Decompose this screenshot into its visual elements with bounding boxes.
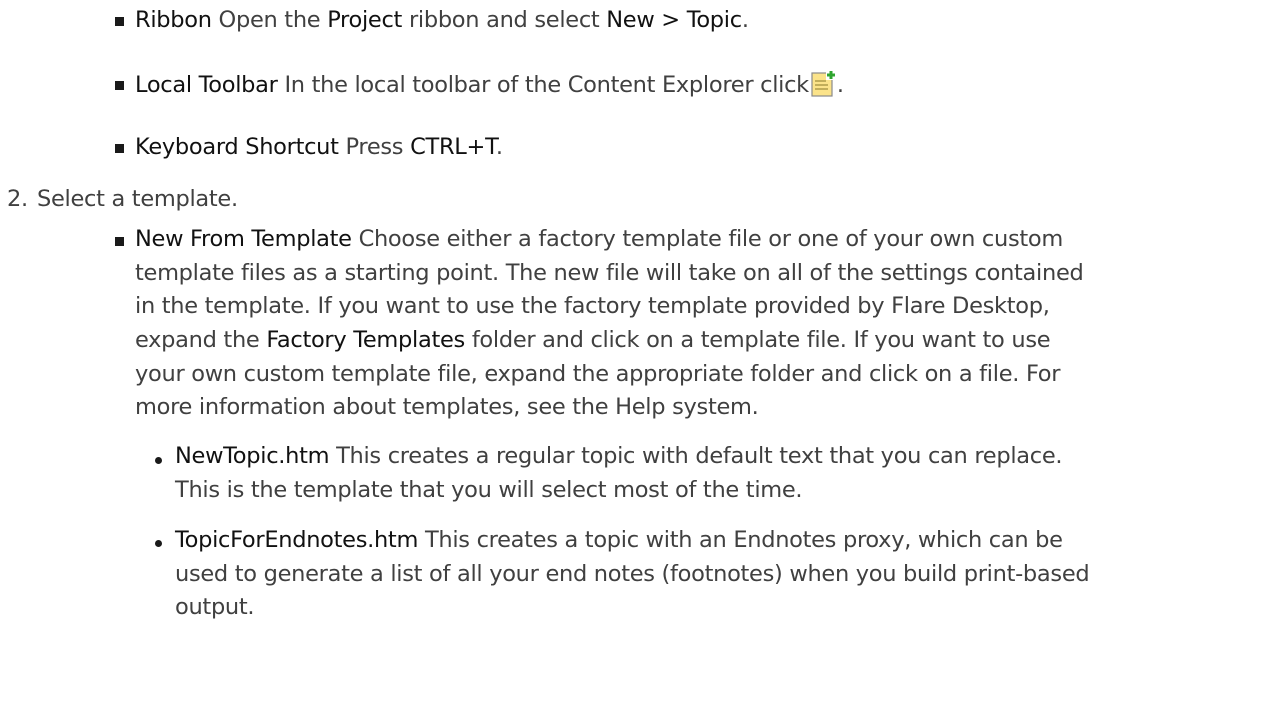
ribbon-text-2: ribbon and select	[408, 7, 600, 33]
paragraph-text: Choose either a factory template file or…	[358, 226, 1064, 252]
template-item-newtopic: NewTopic.htm This creates a regular topi…	[175, 443, 1063, 469]
shortcut-keys: CTRL+T	[410, 134, 496, 160]
shortcut-step: Keyboard Shortcut Press CTRL+T.	[135, 134, 503, 160]
new-from-template-line-4: expand the Factory Templates folder and …	[135, 327, 1051, 353]
template-description-line-2: This is the template that you will selec…	[175, 477, 803, 503]
step-2-text: Select a template.	[37, 186, 238, 212]
local-toolbar-text: In the local toolbar of the Content Expl…	[284, 72, 809, 98]
period: .	[495, 134, 503, 160]
new-from-template-line-2: template files as a starting point. The …	[135, 260, 1084, 286]
step-number: 2.	[7, 186, 28, 212]
local-toolbar-label: Local Toolbar	[135, 72, 278, 98]
template-description-line-3: output.	[175, 594, 255, 620]
new-topic-icon	[811, 70, 837, 98]
template-name: NewTopic.htm	[175, 443, 330, 469]
bullet-square	[115, 237, 124, 246]
template-description-line-2: used to generate a list of all your end …	[175, 561, 1090, 587]
new-from-template-line-6: more information about templates, see th…	[135, 394, 759, 420]
shortcut-text: Press	[345, 134, 404, 160]
period: .	[836, 72, 844, 98]
new-from-template-line-3: in the template. If you want to use the …	[135, 293, 1050, 319]
new-from-template-line-1: New From Template Choose either a factor…	[135, 226, 1063, 252]
template-item-endnotes: TopicForEndnotes.htm This creates a topi…	[175, 527, 1063, 553]
bullet-square	[115, 81, 124, 90]
ribbon-step: Ribbon Open the Project ribbon and selec…	[135, 7, 749, 33]
paragraph-text: folder and click on a template file. If …	[471, 327, 1051, 353]
local-toolbar-step: Local Toolbar In the local toolbar of th…	[135, 70, 844, 98]
paragraph-text: expand the	[135, 327, 260, 353]
shortcut-label: Keyboard Shortcut	[135, 134, 339, 160]
document-page: Ribbon Open the Project ribbon and selec…	[0, 0, 1272, 713]
factory-templates-folder: Factory Templates	[266, 327, 465, 353]
ribbon-label: Ribbon	[135, 7, 212, 33]
bullet-square	[115, 144, 124, 153]
bullet-dot	[155, 457, 162, 464]
template-description: This creates a topic with an Endnotes pr…	[424, 527, 1063, 553]
new-from-template-line-5: your own custom template file, expand th…	[135, 361, 1061, 387]
period: .	[741, 7, 749, 33]
new-topic-command: New > Topic	[606, 7, 742, 33]
template-name: TopicForEndnotes.htm	[175, 527, 419, 553]
bullet-square	[115, 17, 124, 26]
project-ribbon-name: Project	[327, 7, 403, 33]
ribbon-text-1: Open the	[218, 7, 321, 33]
new-from-template-label: New From Template	[135, 226, 352, 252]
bullet-dot	[155, 540, 162, 547]
template-description: This creates a regular topic with defaul…	[336, 443, 1063, 469]
